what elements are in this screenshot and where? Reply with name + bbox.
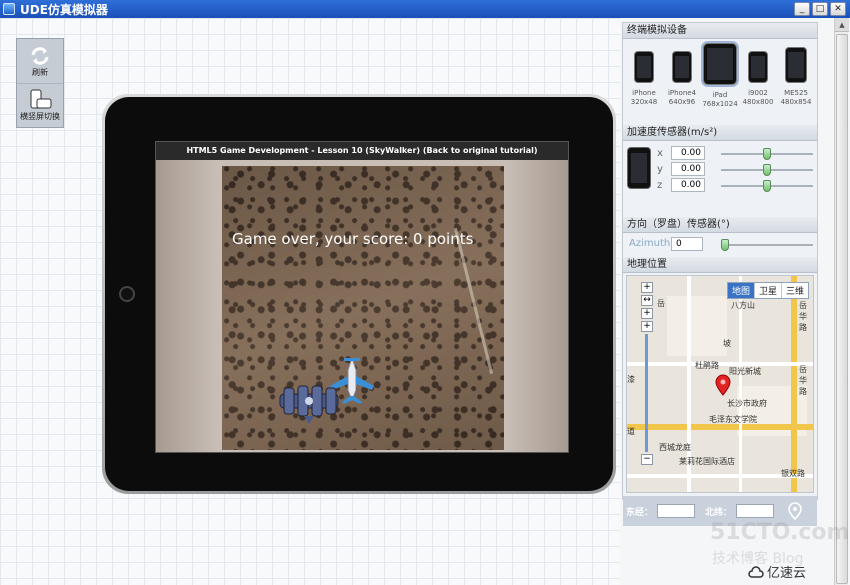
longitude-label: 东经： [626, 507, 654, 518]
accel-section-title: 加速度传感器(m/s²) [623, 125, 817, 141]
watermark-51cto: 51CTO.com [710, 520, 850, 545]
y-axis-label: y [657, 163, 663, 175]
brand-watermark: 亿速云 [748, 562, 806, 581]
enemy-plane-icon [279, 385, 339, 424]
x-axis-slider[interactable] [721, 148, 813, 160]
phone-icon [634, 51, 654, 83]
control-panel: 终端模拟设备 iPhone 320x48 iPhone4 640x96 iPad… [622, 22, 818, 526]
tab-3d[interactable]: 三维 [780, 283, 808, 298]
accelerometer-controls: x 0.00 y 0.00 z 0.00 [623, 141, 817, 217]
z-slider-thumb[interactable] [763, 180, 771, 192]
device-list: iPhone 320x48 iPhone4 640x96 iPad 768x10… [623, 39, 817, 125]
cloud-logo-icon [748, 565, 764, 578]
zoom-out-button[interactable]: − [641, 454, 653, 465]
rotate-device-icon [28, 89, 52, 111]
tablet-icon [703, 43, 737, 85]
maximize-button[interactable]: □ [812, 2, 828, 16]
y-slider-thumb[interactable] [763, 164, 771, 176]
ipad-device: HTML5 Game Development - Lesson 10 (SkyW… [102, 94, 616, 494]
window-controls: _ □ ✕ [794, 2, 846, 16]
page-header[interactable]: HTML5 Game Development - Lesson 10 (SkyW… [156, 142, 568, 160]
minimize-button[interactable]: _ [794, 2, 810, 16]
z-axis-slider[interactable] [721, 180, 813, 192]
scroll-up-icon[interactable]: ▲ [835, 18, 849, 32]
refresh-label: 刷新 [32, 67, 48, 77]
vertical-scrollbar[interactable]: ▲ [834, 18, 849, 585]
refresh-button[interactable]: 刷新 [17, 39, 63, 83]
rotate-screen-button[interactable]: 横竖屏切换 [17, 83, 63, 127]
device-me525[interactable]: ME525 480x854 [778, 43, 814, 125]
devices-section-title: 终端模拟设备 [623, 23, 817, 39]
accel-phone-icon [627, 147, 651, 189]
app-logo-icon [0, 0, 18, 18]
zoom-slider-track[interactable] [645, 334, 648, 452]
y-axis-input[interactable]: 0.00 [671, 162, 705, 176]
tab-satellite[interactable]: 卫星 [753, 283, 781, 298]
zoom-in-button[interactable]: + [641, 321, 653, 332]
x-axis-input[interactable]: 0.00 [671, 146, 705, 160]
tab-map[interactable]: 地图 [727, 283, 754, 298]
window-title: UDE仿真模拟器 [20, 2, 108, 17]
azimuth-input[interactable]: 0 [671, 237, 703, 251]
phone-icon [785, 47, 807, 83]
z-axis-input[interactable]: 0.00 [671, 178, 705, 192]
location-section-title: 地理位置 [623, 257, 817, 273]
home-button[interactable] [119, 286, 135, 302]
close-button[interactable]: ✕ [830, 2, 846, 16]
scroll-thumb[interactable] [836, 34, 848, 584]
device-iphone[interactable]: iPhone 320x48 [626, 43, 662, 125]
longitude-input[interactable] [657, 504, 696, 518]
azimuth-controls: Azimuth 0 [623, 233, 817, 257]
azimuth-slider-thumb[interactable] [721, 239, 729, 251]
pan-button[interactable]: ↔ [641, 295, 653, 306]
map-type-tabs: 地图 卫星 三维 [726, 282, 809, 299]
workspace: 刷新 横竖屏切换 HTML5 Game Development - Lesson… [0, 18, 620, 585]
latitude-label: 北纬： [705, 507, 733, 518]
x-slider-thumb[interactable] [763, 148, 771, 160]
ipad-bezel: HTML5 Game Development - Lesson 10 (SkyW… [105, 97, 613, 491]
brand-name: 亿速云 [767, 566, 807, 581]
device-i9002[interactable]: i9002 480x800 [740, 43, 776, 125]
device-ipad[interactable]: iPad 768x1024 [702, 43, 738, 125]
pan-down-button[interactable]: + [641, 308, 653, 319]
phone-icon [672, 51, 692, 83]
locate-pin-icon[interactable] [788, 502, 802, 520]
pan-up-button[interactable]: + [641, 282, 653, 293]
refresh-icon [28, 45, 52, 67]
toolbox: 刷新 横竖屏切换 [16, 38, 64, 128]
latitude-input[interactable] [736, 504, 775, 518]
title-bar: UDE仿真模拟器 _ □ ✕ [0, 0, 850, 18]
phone-icon [748, 51, 768, 83]
rotate-label: 横竖屏切换 [20, 112, 60, 121]
z-axis-label: z [657, 179, 663, 191]
azimuth-label: Azimuth [629, 238, 671, 249]
y-axis-slider[interactable] [721, 164, 813, 176]
location-map[interactable]: 地图 卫星 三维 + ↔ + + − 岳 八方山 岳华路 坡 杜鹃路 阳光新城 … [626, 275, 814, 493]
game-over-message: Game over, your score: 0 points [232, 230, 474, 248]
azimuth-slider[interactable] [721, 239, 813, 251]
location-pin-icon[interactable] [715, 374, 731, 396]
game-canvas[interactable]: Game over, your score: 0 points [222, 166, 504, 450]
device-iphone4[interactable]: iPhone4 640x96 [664, 43, 700, 125]
orientation-section-title: 方向（罗盘）传感器(°) [623, 217, 817, 233]
emulator-screen[interactable]: HTML5 Game Development - Lesson 10 (SkyW… [155, 141, 569, 453]
x-axis-label: x [657, 147, 663, 159]
map-zoom-control: + ↔ + + [641, 282, 655, 334]
